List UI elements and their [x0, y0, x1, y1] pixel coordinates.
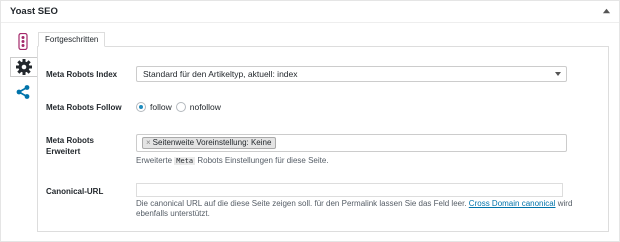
help-code: Meta: [174, 157, 196, 165]
canonical-help-text: Die canonical URL auf die diese Seite ze…: [136, 199, 467, 208]
robots-advanced-multiselect[interactable]: × Seitenweite Voreinstellung: Keine: [136, 134, 567, 152]
metabox-title: Yoast SEO: [10, 6, 58, 17]
nofollow-radio-label[interactable]: nofollow: [190, 102, 221, 112]
robots-index-select[interactable]: Standard für den Artikeltyp, aktuell: in…: [136, 66, 567, 82]
nofollow-radio[interactable]: [175, 102, 186, 112]
robots-follow-radios: follow nofollow: [136, 101, 225, 113]
follow-radio[interactable]: [136, 102, 146, 112]
canonical-help: Die canonical URL auf die diese Seite ze…: [136, 199, 576, 219]
side-tab-content[interactable]: [12, 31, 34, 51]
collapse-arrow-icon[interactable]: [602, 7, 611, 16]
selected-chip: × Seitenweite Voreinstellung: Keine: [142, 137, 277, 149]
share-icon: [16, 85, 30, 99]
canonical-url-input[interactable]: [136, 183, 563, 197]
gear-icon: [16, 59, 32, 75]
side-tab-social[interactable]: [12, 82, 34, 102]
robots-index-label: Meta Robots Index: [46, 70, 118, 79]
robots-advanced-label: Meta Robots Erweitert: [46, 136, 94, 156]
chevron-down-icon: [555, 72, 561, 76]
side-tab-advanced[interactable]: [10, 57, 38, 77]
help-text-end: Robots Einstellungen für diese Seite.: [197, 156, 329, 165]
canonical-label: Canonical-URL: [46, 187, 104, 196]
chip-remove-icon[interactable]: ×: [146, 138, 151, 147]
help-text-start: Erweiterte: [136, 156, 173, 165]
metabox-header[interactable]: Yoast SEO: [1, 1, 619, 23]
traffic-light-icon: [18, 32, 28, 50]
yoast-seo-metabox: Yoast SEO Fortgeschritten Meta Robots In…: [0, 0, 620, 242]
robots-advanced-help: Erweiterte Meta Robots Einstellungen für…: [136, 156, 329, 165]
follow-radio-label[interactable]: follow: [150, 102, 172, 112]
robots-index-value: Standard für den Artikeltyp, aktuell: in…: [143, 69, 298, 79]
tab-fortgeschritten[interactable]: Fortgeschritten: [38, 32, 106, 47]
chip-label: Seitenweite Voreinstellung: Keine: [152, 138, 272, 147]
robots-follow-label: Meta Robots Follow: [46, 103, 122, 112]
cross-domain-canonical-link[interactable]: Cross Domain canonical: [469, 199, 556, 208]
